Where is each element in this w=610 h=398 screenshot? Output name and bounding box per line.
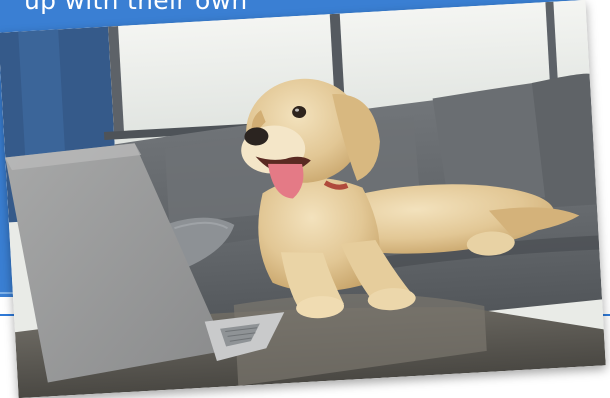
photo-card: [0, 0, 606, 398]
banner-caption: up with their own: [24, 0, 248, 15]
dog-photo: [0, 0, 606, 398]
photo-illustration: [0, 0, 606, 398]
